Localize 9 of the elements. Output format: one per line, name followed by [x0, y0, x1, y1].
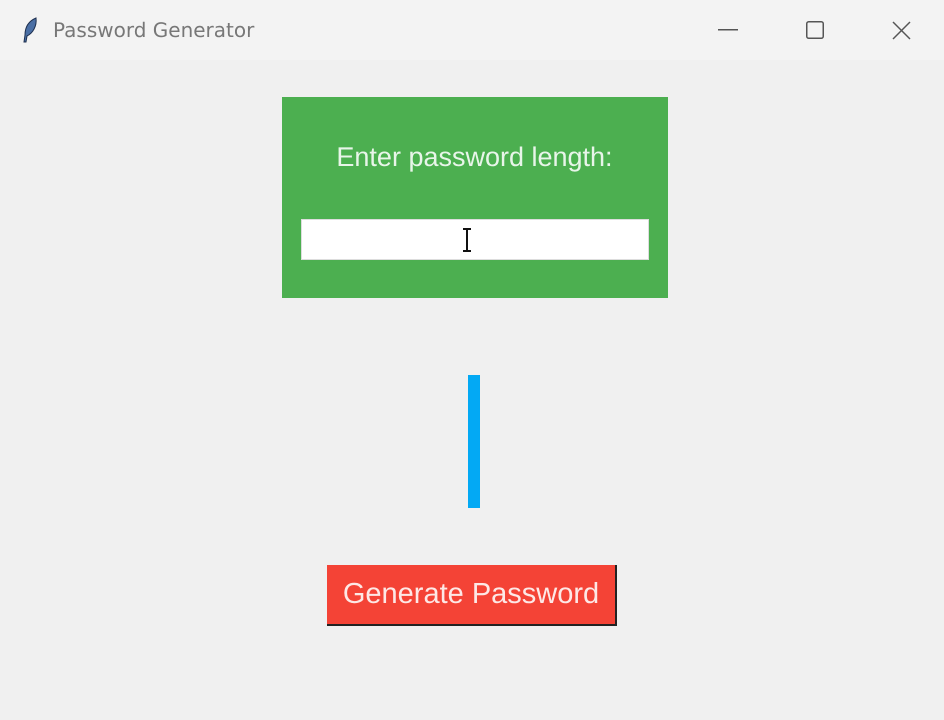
generate-password-button[interactable]: Generate Password	[327, 565, 617, 626]
maximize-icon[interactable]	[806, 21, 824, 39]
close-icon[interactable]	[892, 20, 911, 40]
window-title: Password Generator	[53, 18, 254, 42]
text-cursor-icon	[462, 228, 472, 252]
minimize-icon[interactable]	[718, 29, 738, 31]
feather-icon	[21, 17, 39, 43]
length-label: Enter password length:	[336, 141, 613, 173]
length-input-field[interactable]	[300, 219, 648, 260]
